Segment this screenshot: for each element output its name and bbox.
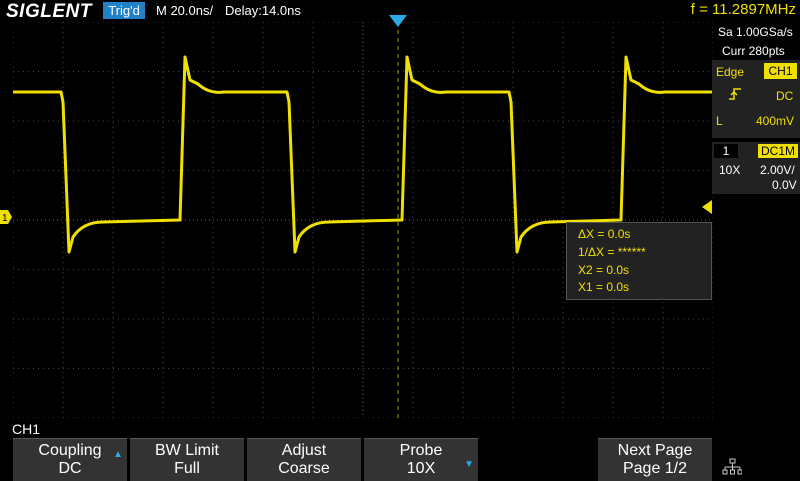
brand-logo: SIGLENT: [6, 1, 92, 22]
ch1-offset-marker-icon[interactable]: 1: [0, 210, 12, 224]
channel-probe-ratio: 10X: [719, 163, 741, 177]
adjust-softkey[interactable]: Adjust Coarse: [247, 438, 361, 481]
timebase-readout: M 20.0ns/: [156, 3, 214, 18]
cursor-inverse-delta-x: 1/ΔX = ******: [578, 245, 646, 259]
softkey-value: Page 1/2: [622, 460, 688, 477]
trigger-level-marker-icon[interactable]: [702, 200, 712, 214]
channel-number-badge: 1: [714, 144, 738, 158]
cursor-x2: X2 = 0.0s: [578, 263, 630, 277]
coupling-softkey[interactable]: Coupling DC ▲: [13, 438, 127, 481]
cursor-delta-x: ΔX = 0.0s: [578, 227, 631, 241]
trigger-level-label: L: [716, 114, 723, 128]
arrow-down-icon: ▼: [464, 459, 474, 470]
softkey-label: BW Limit: [155, 442, 219, 459]
channel-volts-per-div: 2.00V/: [760, 163, 795, 177]
next-page-softkey[interactable]: Next Page Page 1/2: [598, 438, 712, 481]
sample-rate: Sa 1.00GSa/s: [718, 25, 793, 39]
channel-coupling-badge: DC1M: [758, 144, 798, 158]
channel-offset: 0.0V: [772, 178, 797, 192]
trigger-status-badge: Trig'd: [103, 2, 145, 19]
probe-softkey[interactable]: Probe 10X ▼: [364, 438, 478, 481]
trigger-source-badge: CH1: [764, 63, 797, 79]
softkey-value: Full: [174, 460, 200, 477]
trigger-type: Edge: [716, 65, 745, 79]
softkey-label: Coupling: [38, 442, 102, 459]
trigger-coupling: DC: [776, 89, 794, 103]
softkey-value: DC: [58, 460, 82, 477]
softkey-label: Adjust: [281, 442, 327, 459]
rising-edge-icon: [729, 88, 741, 100]
network-icon: [722, 458, 742, 475]
softkey-label: Probe: [399, 442, 443, 459]
frequency-readout: f = 11.2897MHz: [690, 1, 796, 18]
arrow-up-icon: ▲: [113, 449, 123, 460]
trigger-position-marker-icon: [389, 15, 407, 27]
delay-readout: Delay:14.0ns: [225, 3, 301, 18]
cursor-x1: X1 = 0.0s: [578, 280, 630, 294]
menu-title: CH1: [12, 421, 41, 437]
trigger-level-value: 400mV: [756, 114, 795, 128]
current-points: Curr 280pts: [722, 44, 785, 58]
bw-limit-softkey[interactable]: BW Limit Full: [130, 438, 244, 481]
softkey-value: Coarse: [278, 460, 330, 477]
softkey-label: Next Page: [617, 442, 693, 459]
softkey-value: 10X: [406, 460, 436, 477]
waveform-display[interactable]: [13, 22, 713, 418]
svg-text:1: 1: [2, 213, 8, 224]
